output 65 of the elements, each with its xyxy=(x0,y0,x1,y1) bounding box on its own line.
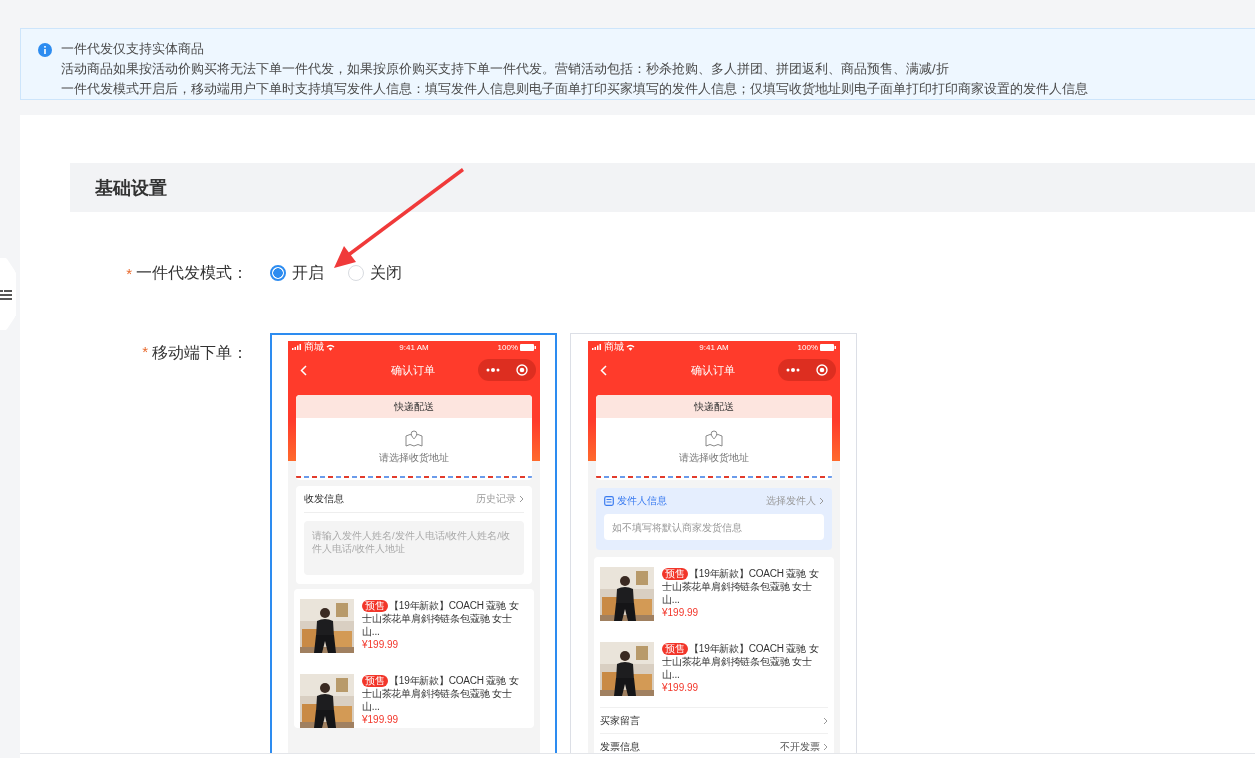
presale-tag: 预售 xyxy=(362,600,388,612)
chevron-icon xyxy=(823,716,828,725)
notice-text: 一件代发模式开启后，移动端用户下单时支持填写发件人信息：填写发件人信息则电子面单打印买家填写的发件人信息；仅填写收货地址则电子面单打印打印商家设置的发件人信息 xyxy=(61,80,1088,98)
nav-title: 确认订单 xyxy=(390,362,435,378)
presale-tag: 预售 xyxy=(662,643,688,655)
more-icon[interactable] xyxy=(786,368,800,372)
required-mark: * xyxy=(142,343,148,360)
map-pin-icon xyxy=(705,429,723,447)
field-label: 一件代发模式： xyxy=(136,262,248,283)
required-mark: * xyxy=(126,264,132,282)
row-label: 买家留言 xyxy=(600,713,640,728)
capsule-menu[interactable] xyxy=(778,359,836,381)
battery-icon xyxy=(520,343,536,351)
address-hint[interactable]: 请选择收货地址 xyxy=(679,450,749,465)
product-price: ¥199.99 xyxy=(362,713,400,726)
wifi-icon xyxy=(626,343,635,351)
signal-icon xyxy=(292,344,302,350)
info-icon xyxy=(38,43,52,57)
carrier-name: 商城 xyxy=(604,340,624,354)
address-hint[interactable]: 请选择收货地址 xyxy=(379,450,449,465)
back-icon[interactable] xyxy=(600,364,607,376)
battery-level: 100% xyxy=(797,342,818,352)
radio-option[interactable]: 关闭 xyxy=(348,262,402,284)
map-pin-icon xyxy=(405,429,423,447)
document-icon xyxy=(604,496,614,506)
more-icon[interactable] xyxy=(486,368,500,372)
info-title: 收发信息 xyxy=(304,492,344,506)
product-price: ¥199.99 xyxy=(662,681,700,694)
signal-icon xyxy=(592,344,602,350)
sender-title: 发件人信息 xyxy=(617,494,667,508)
delivery-tab[interactable]: 快递配送 xyxy=(596,395,832,418)
product-price: ¥199.99 xyxy=(662,606,700,619)
row-label: 发票信息 xyxy=(600,739,640,754)
target-icon[interactable] xyxy=(816,364,828,376)
product-title: 预售 【19年新款】COACH 蔻驰 女士山茶花单肩斜挎链条包蔻驰 女士山... xyxy=(362,599,520,638)
carrier-name: 商城 xyxy=(304,340,324,354)
order-row[interactable]: 买家留言 xyxy=(600,707,828,733)
nav-title: 确认订单 xyxy=(690,362,735,378)
chevron-icon xyxy=(819,497,824,505)
product-title: 预售 【19年新款】COACH 蔻驰 女士山茶花单肩斜挎链条包蔻驰 女士山... xyxy=(662,567,820,606)
notice-text: 活动商品如果按活动价购买将无法下单一件代发，如果按原价购买支持下单一件代发。营销活动包括：秒杀抢购、多人拼团、拼团返利、商品预售、满减/折 xyxy=(61,60,950,78)
presale-tag: 预售 xyxy=(662,568,688,580)
status-time: 9:41 AM xyxy=(399,342,429,352)
back-icon[interactable] xyxy=(300,364,307,376)
row-value: 不开发票 xyxy=(780,739,820,754)
product-price: ¥199.99 xyxy=(362,638,400,651)
battery-icon xyxy=(820,343,836,351)
product-title: 预售 【19年新款】COACH 蔻驰 女士山茶花单肩斜挎链条包蔻驰 女士山... xyxy=(362,674,520,713)
menu-icon xyxy=(0,288,12,300)
chevron-icon xyxy=(519,495,524,503)
field-label: 移动端下单： xyxy=(152,343,248,363)
product-title: 预售 【19年新款】COACH 蔻驰 女士山茶花单肩斜挎链条包蔻驰 女士山... xyxy=(662,642,820,681)
radio-option[interactable]: 开启 xyxy=(270,262,324,284)
notice-title: 一件代发仅支持实体商品 xyxy=(61,40,205,58)
presale-tag: 预售 xyxy=(362,675,388,687)
battery-level: 100% xyxy=(497,342,518,352)
delivery-tab[interactable]: 快递配送 xyxy=(296,395,532,418)
target-icon[interactable] xyxy=(516,364,528,376)
capsule-menu[interactable] xyxy=(478,359,536,381)
collapse-tab[interactable] xyxy=(0,258,16,330)
status-time: 9:41 AM xyxy=(699,342,729,352)
wifi-icon xyxy=(326,343,335,351)
chevron-icon xyxy=(823,742,828,751)
section-title: 基础设置 xyxy=(95,176,167,200)
sender-field[interactable]: 如不填写将默认商家发货信息 xyxy=(604,514,824,540)
